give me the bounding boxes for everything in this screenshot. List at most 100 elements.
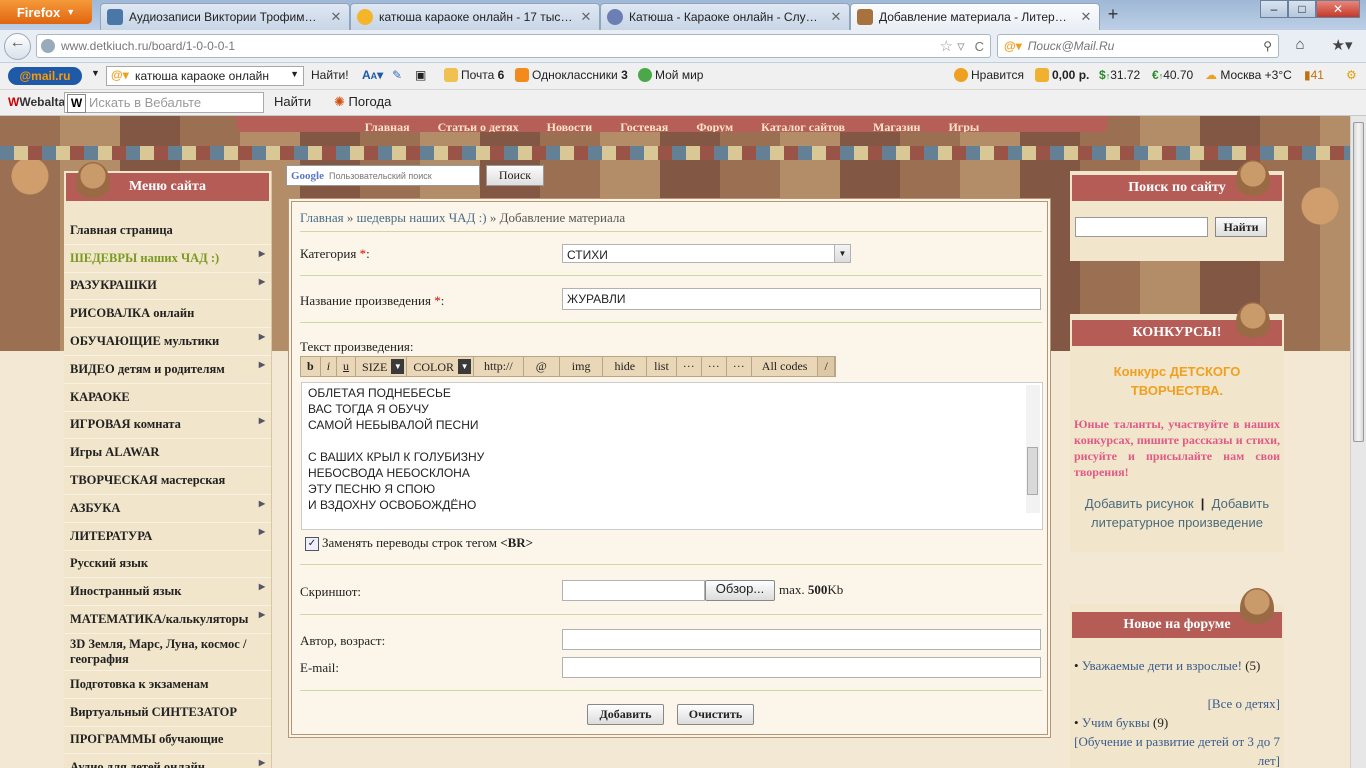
page-scrollbar-thumb[interactable] (1353, 122, 1364, 442)
nav-forum[interactable]: Форум (696, 121, 733, 132)
sidebar-menu-item[interactable]: КАРАОКЕ (64, 384, 271, 412)
font-size-icon[interactable]: AA▾ (362, 68, 383, 82)
sidebar-menu-item[interactable]: ВИДЕО детям и родителям ▶ (64, 356, 271, 384)
bbcode-underline-button[interactable]: u (337, 357, 357, 376)
bbcode-hide-button[interactable]: hide (603, 357, 648, 376)
counter-widget[interactable]: ▮41 (1304, 68, 1324, 82)
tab-add-material[interactable]: Добавление материала - Литератур... ✕ (850, 3, 1100, 30)
close-window-icon[interactable]: ✕ (1316, 0, 1360, 18)
page-icon[interactable]: ▣ (415, 68, 426, 82)
forum-post-category[interactable]: [Все о детях] (1072, 694, 1280, 713)
breadcrumb-home[interactable]: Главная (300, 210, 344, 225)
nav-games[interactable]: Игры (948, 121, 979, 132)
mailru-logo[interactable]: @mail.ru (8, 67, 82, 85)
weather-link[interactable]: ✺ Погода (334, 94, 391, 110)
browse-button[interactable]: Обзор... (705, 580, 775, 601)
minimize-icon[interactable]: – (1260, 0, 1288, 18)
maximize-icon[interactable]: □ (1288, 0, 1316, 18)
author-input[interactable] (562, 629, 1041, 650)
page-scrollbar[interactable] (1350, 116, 1366, 768)
mailru-find-button[interactable]: Найти! (311, 68, 349, 82)
site-search-input[interactable] (1075, 217, 1208, 237)
br-checkbox[interactable]: ✓ (305, 537, 319, 551)
site-search-button[interactable]: Найти (1215, 217, 1267, 237)
submit-button[interactable]: Добавить (587, 704, 664, 725)
mailru-search-input[interactable]: @▾ катюша караоке онлайн ▼ (106, 66, 304, 86)
tab-audio[interactable]: Аудиозаписи Виктории Трофимово... ✕ (100, 3, 350, 30)
magnifier-icon[interactable]: ⚲ (1263, 39, 1278, 53)
tab-search[interactable]: катюша караоке онлайн - 17 тыс. р... ✕ (350, 3, 600, 30)
close-icon[interactable]: ✕ (829, 10, 843, 24)
nav-catalog[interactable]: Каталог сайтов (761, 121, 845, 132)
contest-headline[interactable]: Конкурс ДЕТСКОГО ТВОРЧЕСТВА. (1070, 362, 1284, 400)
sidebar-menu-item[interactable]: 3D Земля, Марс, Луна, космос / география (64, 634, 271, 671)
mail-link[interactable]: Почта 6 (444, 68, 504, 82)
weather-widget[interactable]: ☁ Москва +3°C (1205, 68, 1292, 82)
bbcode-italic-button[interactable]: i (320, 357, 338, 376)
firefox-menu-button[interactable]: Firefox ▼ (0, 0, 92, 24)
webalta-search-input[interactable]: W Искать в Вебальте (64, 92, 264, 113)
google-search-button[interactable]: Поиск (486, 165, 544, 186)
back-arrow-icon[interactable]: ← (4, 33, 31, 60)
money-widget[interactable]: 0,00 р. (1035, 68, 1089, 82)
forum-post-link[interactable]: Уважаемые дети и взрослые! (1082, 658, 1242, 673)
settings-gear-icon[interactable]: ⚙ (1346, 68, 1357, 82)
webalta-logo[interactable]: WWebalta (8, 95, 65, 109)
bbcode-email-button[interactable]: @ (523, 357, 560, 376)
sidebar-menu-item[interactable]: МАТЕМАТИКА/калькуляторы ▶ (64, 606, 271, 634)
editor-scrollbar[interactable] (1026, 385, 1040, 513)
email-input[interactable] (562, 657, 1041, 678)
bbcode-img-button[interactable]: img (559, 357, 604, 376)
breadcrumb-section[interactable]: шедевры наших ЧАД :) (357, 210, 487, 225)
nav-shop[interactable]: Магазин (873, 121, 920, 132)
sidebar-menu-item[interactable]: РАЗУКРАШКИ ▶ (64, 273, 271, 301)
nav-guestbook[interactable]: Гостевая (620, 121, 668, 132)
sidebar-menu-item[interactable]: Аудио для детей онлайн ▶ (64, 754, 271, 768)
url-bar[interactable]: www.detkiuch.ru/board/1-0-0-0-1 ☆ ▿ C (36, 34, 991, 58)
sidebar-menu-item[interactable]: Русский язык (64, 551, 271, 579)
highlighter-icon[interactable]: ✎ (392, 68, 402, 82)
title-input[interactable]: ЖУРАВЛИ (562, 288, 1041, 310)
bbcode-color-select[interactable]: COLOR ▼ (407, 357, 475, 376)
new-tab-button[interactable]: + (1100, 4, 1126, 28)
screenshot-file-input[interactable] (562, 580, 705, 601)
sidebar-menu-item[interactable]: Иностранный язык ▶ (64, 578, 271, 607)
sidebar-menu-item[interactable]: Подготовка к экзаменам (64, 671, 271, 699)
sidebar-menu-item[interactable]: ТВОРЧЕСКАЯ мастерская (64, 467, 271, 495)
sidebar-menu-item[interactable]: Виртуальный СИНТЕЗАТОР (64, 699, 271, 727)
close-icon[interactable]: ✕ (579, 10, 593, 24)
sidebar-menu-item[interactable]: АЗБУКА ▶ (64, 495, 271, 523)
text-editor[interactable]: ОБЛЕТАЯ ПОДНЕБЕСЬЕ ВАС ТОГДА Я ОБУЧУ САМ… (301, 382, 1043, 530)
bbcode-extra-button[interactable]: ··· (726, 357, 752, 376)
sidebar-menu-item[interactable]: ШЕДЕВРЫ наших ЧАД :) ▶ (64, 245, 271, 273)
category-select[interactable]: СТИХИ ▼ (562, 244, 851, 263)
google-search-input[interactable]: Google Пользовательский поиск (286, 165, 480, 186)
add-literature-link[interactable]: литературное произведение (1070, 513, 1284, 532)
bbcode-extra-button[interactable]: ··· (701, 357, 727, 376)
sidebar-menu-item[interactable]: ПРОГРАММЫ обучающие (64, 727, 271, 755)
add-drawing-link[interactable]: Добавить рисунок (1085, 496, 1194, 511)
add-literature-link[interactable]: Добавить (1212, 496, 1269, 511)
reload-icon[interactable]: C (969, 39, 990, 54)
forum-post-link[interactable]: Учим буквы (1082, 715, 1150, 730)
odnoklassniki-link[interactable]: Одноклассники 3 (515, 68, 628, 82)
bookmarks-menu-icon[interactable]: ★▾ (1326, 36, 1358, 56)
sidebar-menu-item[interactable]: РИСОВАЛКА онлайн (64, 300, 271, 329)
sidebar-menu-item[interactable]: ЛИТЕРАТУРА ▶ (64, 523, 271, 551)
bbcode-bold-button[interactable]: b (301, 357, 321, 376)
home-icon[interactable]: ⌂ (1290, 36, 1310, 56)
webalta-find-button[interactable]: Найти (274, 94, 311, 109)
sidebar-menu-item[interactable]: Игры ALAWAR (64, 439, 271, 468)
bbcode-close-tag-button[interactable]: / (818, 357, 835, 376)
search-bar[interactable]: @▾ Поиск@Mail.Ru ⚲ (997, 34, 1279, 58)
chevron-down-icon[interactable]: ▼ (290, 69, 299, 79)
forum-post-category[interactable]: [Обучение и развитие детей от 3 до 7 лет… (1072, 732, 1280, 768)
clear-button[interactable]: Очистить (677, 704, 754, 725)
nav-news[interactable]: Новости (547, 121, 593, 132)
eur-rate[interactable]: €↑40.70 (1152, 68, 1193, 82)
chevron-down-icon[interactable]: ▼ (91, 68, 100, 78)
bbcode-extra-button[interactable]: ··· (676, 357, 702, 376)
moi-mir-link[interactable]: Мой мир (638, 68, 703, 82)
editor-scrollbar-thumb[interactable] (1027, 447, 1038, 495)
tab-karaoke[interactable]: Катюша - Караоке онлайн - Слуша... ✕ (600, 3, 850, 30)
